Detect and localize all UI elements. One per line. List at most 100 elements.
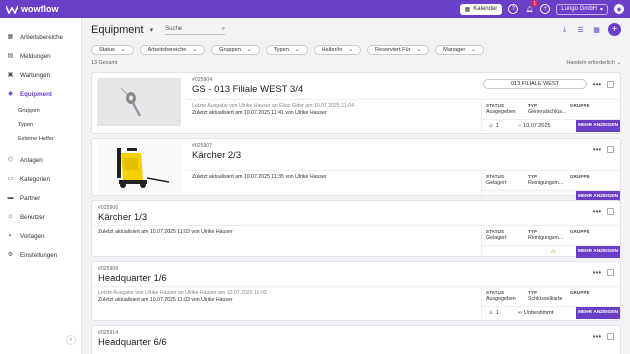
gruppe-label: GRUPPE <box>570 229 590 234</box>
add-equipment-button[interactable]: + <box>608 23 621 36</box>
search-input[interactable]: Suche ⌕ <box>165 25 226 35</box>
collapse-sidebar-button[interactable]: ‹ <box>66 335 76 345</box>
filter-gruppen[interactable]: Gruppen ⌄ <box>211 44 260 55</box>
chevron-down-icon: ⌄ <box>416 46 422 53</box>
equipment-id: #025906 <box>98 205 119 211</box>
status-value: Ausgegeben <box>486 109 516 115</box>
sort-label: Handeln erforderlich <box>566 60 615 66</box>
filter-arbeitsbereiche[interactable]: Arbeitsbereiche ⌄ <box>139 44 206 55</box>
show-more-button[interactable]: MEHR ANZEIGEN <box>576 119 620 132</box>
calendar-icon: ▣ <box>7 72 14 78</box>
filter-reserviert-fuer[interactable]: Reserviert Für ⌄ <box>367 44 430 55</box>
equipment-icon: ◈ <box>8 91 13 97</box>
logo-mark-icon <box>6 5 18 14</box>
cube-icon: ⬡ <box>7 157 14 163</box>
calendar-button[interactable]: ▦ Kalender <box>459 3 503 15</box>
equipment-title[interactable]: Kärcher 1/3 <box>98 212 147 223</box>
chevron-down-icon: ⌄ <box>471 46 476 53</box>
top-bar: wowflow ▦ Kalender ? 🔔︎ 1 + Lungo GmbH ▾… <box>0 0 630 18</box>
last-checkout-note: Letzte Ausgabe von Ulrike Hauser an Ulri… <box>98 290 267 296</box>
select-checkbox[interactable] <box>607 269 614 276</box>
sidebar-item-partner[interactable]: ▬ Partner <box>0 189 81 208</box>
equipment-card[interactable]: #025909 Headquarter 1/6 ••• Letzte Ausga… <box>91 261 621 321</box>
more-options-icon[interactable]: ••• <box>592 80 602 89</box>
more-options-icon[interactable]: ••• <box>592 145 602 154</box>
sidebar-item-kategorien[interactable]: ▭ Kategorien <box>0 170 81 189</box>
holder-count: 1 <box>495 309 499 316</box>
location-pill[interactable]: 013 FILIALE WEST <box>483 79 587 89</box>
filter-label: Gruppen <box>219 46 241 53</box>
filter-typen[interactable]: Typen ⌄ <box>265 44 308 55</box>
main-content: Equipment ▾ Suche ⌕ ⤓ ☰ ▦ + Status ⌄ Arbe… <box>82 18 630 354</box>
list-view-icon[interactable]: ☰ <box>576 25 585 34</box>
filter-label: Manager <box>443 46 466 53</box>
equipment-title[interactable]: Kärcher 2/3 <box>192 150 241 161</box>
show-more-button[interactable]: MEHR ANZEIGEN <box>576 306 620 319</box>
download-icon[interactable]: ⤓ <box>560 25 569 34</box>
equipment-title[interactable]: GS - 013 Filiale WEST 3/4 <box>192 84 303 95</box>
sidebar-subitem-gruppen[interactable]: Gruppen <box>0 104 81 118</box>
select-checkbox[interactable] <box>607 146 614 153</box>
filter-status[interactable]: Status ⌄ <box>91 44 134 55</box>
notifications-button[interactable]: 🔔︎ 1 <box>524 0 539 14</box>
sidebar-subitem-externe-helfer[interactable]: Externe Helfer <box>0 132 81 146</box>
equipment-card[interactable]: #025914 Headquarter 6/6 ••• <box>91 325 621 354</box>
grid-view-icon[interactable]: ▦ <box>592 25 601 34</box>
sidebar-item-arbeitsbereiche[interactable]: ▦ Arbeitsbereiche <box>0 28 81 47</box>
sort-dropdown[interactable]: Handeln erforderlich ⌄ <box>566 60 621 66</box>
filter-manager[interactable]: Manager ⌄ <box>435 44 484 55</box>
user-icon: ☺ <box>488 309 494 316</box>
dash-icon: – <box>518 122 522 129</box>
select-checkbox[interactable] <box>607 333 614 340</box>
more-options-icon[interactable]: ••• <box>592 207 602 216</box>
typ-label: TYP <box>528 229 538 234</box>
sidebar-item-vorlagen[interactable]: ◐ Vorlagen <box>0 227 81 246</box>
more-options-icon[interactable]: ••• <box>592 332 602 341</box>
equipment-title[interactable]: Headquarter 6/6 <box>98 337 167 348</box>
sidebar-item-meldungen[interactable]: ▤ Meldungen <box>0 47 81 66</box>
sidebar-item-label: Arbeitsbereiche <box>20 34 63 41</box>
select-checkbox[interactable] <box>607 80 614 88</box>
template-icon: ◐ <box>8 233 13 239</box>
select-checkbox[interactable] <box>607 208 614 215</box>
typ-label: TYP <box>528 103 538 108</box>
show-more-button[interactable]: MEHR ANZEIGEN <box>576 245 620 258</box>
app-name: wowflow <box>21 4 59 14</box>
sidebar-item-einstellungen[interactable]: ⚙ Einstellungen <box>0 246 81 265</box>
sidebar-item-benutzer[interactable]: ☺ Benutzer <box>0 208 81 227</box>
equipment-image-washer[interactable] <box>97 144 181 192</box>
account-menu[interactable]: Lungo GmbH ▾ <box>556 3 608 15</box>
equipment-title[interactable]: Headquarter 1/6 <box>98 273 167 284</box>
filter-label: Arbeitsbereiche <box>147 46 187 53</box>
add-circle-icon[interactable]: + <box>540 4 551 14</box>
sidebar-item-wartungen[interactable]: ▣ Wartungen <box>0 66 81 85</box>
chevron-down-icon: ⌄ <box>348 46 354 53</box>
filter-halter[interactable]: Halter/in ⌄ <box>313 44 362 55</box>
warning-icon: ⚠ <box>550 249 556 255</box>
status-label: STATUS <box>486 174 505 179</box>
due-date: Unbestimmt <box>523 309 554 316</box>
equipment-card[interactable]: #025904 GS - 013 Filiale WEST 3/4 013 FI… <box>91 72 621 134</box>
avatar[interactable]: ◉ <box>614 4 624 14</box>
equipment-image-key[interactable] <box>97 78 181 126</box>
equipment-card[interactable]: #025906 Kärcher 1/3 ••• Zuletzt aktualis… <box>91 200 621 258</box>
notification-badge: 1 <box>531 0 539 7</box>
app-logo[interactable]: wowflow <box>6 4 59 14</box>
sidebar-item-anlagen[interactable]: ⬡ Anlagen <box>0 151 81 170</box>
help-icon[interactable]: ? <box>508 4 519 14</box>
account-label: Lungo GmbH <box>561 6 597 12</box>
title-chevron-down-icon[interactable]: ▾ <box>150 26 154 34</box>
status-label: STATUS <box>486 290 505 295</box>
search-icon: ⌕ <box>221 25 226 32</box>
grid-icon: ▦ <box>7 34 14 40</box>
more-options-icon[interactable]: ••• <box>592 268 602 277</box>
equipment-card[interactable]: #025907 Kärcher 2/3 ••• Zuletzt aktualis… <box>91 138 621 203</box>
chevron-down-icon: ⌄ <box>294 46 300 53</box>
sidebar-item-equipment[interactable]: ◈ Equipment <box>0 85 81 104</box>
sidebar-item-label: Benutzer <box>20 214 45 221</box>
sidebar-item-label: Meldungen <box>20 53 51 60</box>
filter-bar: Status ⌄ Arbeitsbereiche ⌄ Gruppen ⌄ Typen ⌄… <box>91 41 621 58</box>
sidebar-subitem-typen[interactable]: Typen <box>0 118 81 132</box>
typ-value: Reinigungsm... <box>528 235 564 241</box>
sidebar-item-label: Vorlagen <box>20 233 45 240</box>
